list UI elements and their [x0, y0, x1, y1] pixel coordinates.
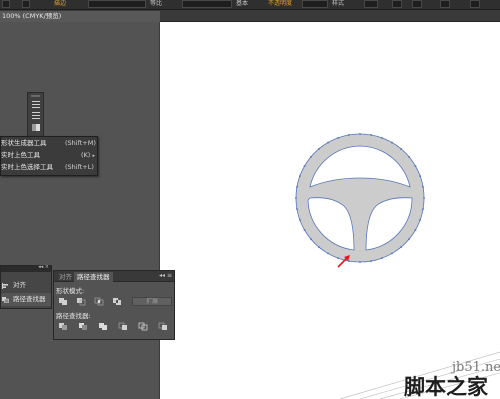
- anchor-point[interactable]: [400, 246, 402, 248]
- anchor-point[interactable]: [391, 141, 393, 144]
- anchor-point[interactable]: [310, 156, 312, 158]
- fill-swatch[interactable]: [2, 0, 10, 8]
- style-swatch[interactable]: [364, 0, 378, 8]
- tool-flyout-menu: 形状生成器工具 (Shift+M) 实时上色工具 (K) 实时上色选择工具 (S…: [0, 136, 98, 176]
- stroke-swatch[interactable]: [22, 0, 30, 8]
- trim-icon[interactable]: [78, 322, 88, 331]
- preferences-button[interactable]: [412, 0, 422, 8]
- steering-wheel-artwork[interactable]: [292, 130, 428, 266]
- anchor-point[interactable]: [327, 252, 329, 255]
- style-label[interactable]: 样式: [332, 0, 344, 7]
- merge-icon[interactable]: [98, 322, 108, 331]
- profile-label[interactable]: 等比: [150, 0, 162, 7]
- exclude-icon[interactable]: [112, 297, 122, 306]
- minus-front-icon[interactable]: [76, 297, 86, 306]
- anchor-point[interactable]: [419, 175, 421, 177]
- document-tab-bar: 100% (CMYK/预览): [0, 10, 500, 22]
- pathfinder-icon: [2, 297, 9, 303]
- anchor-point[interactable]: [359, 261, 361, 263]
- stroke-weight-field[interactable]: [88, 0, 146, 8]
- anchor-point[interactable]: [422, 186, 424, 188]
- anchor-point[interactable]: [359, 133, 361, 135]
- panel-item-label: 路径查找器: [13, 295, 46, 303]
- anchor-point[interactable]: [381, 257, 383, 259]
- live-paint-selection-icon[interactable]: [31, 123, 41, 132]
- anchor-point[interactable]: [296, 208, 298, 210]
- unite-icon[interactable]: [58, 297, 68, 306]
- flyout-item-live-paint-selection[interactable]: 实时上色选择工具 (Shift+L): [1, 161, 97, 173]
- align-button[interactable]: [440, 0, 450, 8]
- anchor-point[interactable]: [303, 165, 306, 167]
- anchor-point[interactable]: [318, 246, 320, 248]
- anchor-point[interactable]: [391, 252, 393, 255]
- document-tab[interactable]: 100% (CMYK/预览): [0, 11, 160, 22]
- flyout-arrow-icon[interactable]: ▸: [92, 153, 95, 159]
- panel-item-pathfinder[interactable]: 路径查找器: [1, 293, 51, 306]
- panel-item-label: 对齐: [13, 281, 26, 289]
- anchor-point[interactable]: [327, 141, 329, 144]
- opacity-label[interactable]: 不透明度: [268, 0, 292, 7]
- anchor-point[interactable]: [381, 137, 383, 139]
- live-paint-icon[interactable]: [31, 111, 41, 120]
- anchor-point[interactable]: [299, 219, 301, 221]
- anchor-point[interactable]: [419, 219, 421, 221]
- tool-strip: [27, 92, 44, 138]
- stroke-label[interactable]: 描边: [54, 0, 66, 7]
- anchor-point[interactable]: [422, 208, 424, 210]
- pathfinders-label: 路径查找器:: [56, 312, 91, 320]
- flyout-item-shortcut: (K): [81, 151, 91, 159]
- intersect-icon[interactable]: [94, 297, 104, 306]
- anchor-point[interactable]: [348, 134, 350, 136]
- opacity-field[interactable]: [302, 0, 328, 8]
- flyout-item-label: 形状生成器工具: [1, 139, 47, 147]
- shape-modes-label: 形状模式:: [56, 287, 85, 295]
- watermark-text: 脚本之家: [404, 375, 488, 399]
- tab-align[interactable]: 对齐: [56, 272, 75, 282]
- pasteboard: [0, 22, 160, 399]
- anchor-point[interactable]: [295, 197, 297, 199]
- anchor-point[interactable]: [318, 148, 320, 150]
- crop-icon[interactable]: [118, 322, 128, 331]
- anchor-point[interactable]: [337, 137, 339, 139]
- align-icon: [2, 283, 8, 289]
- outline-icon[interactable]: [138, 322, 148, 331]
- tool-strip-grip[interactable]: [31, 95, 40, 97]
- shape-builder-icon[interactable]: [31, 100, 41, 109]
- flyout-item-label: 实时上色工具: [1, 151, 40, 159]
- divide-icon[interactable]: [58, 322, 68, 331]
- anchor-point[interactable]: [408, 238, 410, 240]
- panel-menu-icon[interactable]: ◂◂ ≡: [159, 271, 172, 281]
- anchor-point[interactable]: [408, 156, 410, 158]
- anchor-point[interactable]: [414, 165, 417, 167]
- expand-button[interactable]: 扩展: [132, 297, 172, 306]
- panel-item-align[interactable]: 对齐: [1, 279, 51, 292]
- anchor-point[interactable]: [370, 134, 372, 136]
- pathfinder-panel: 对齐 路径查找器 ◂◂ ≡ 形状模式: 扩展 路径查找器:: [53, 270, 175, 340]
- tab-pathfinder[interactable]: 路径查找器: [74, 272, 113, 282]
- anchor-point[interactable]: [370, 260, 372, 262]
- anchor-point[interactable]: [299, 175, 301, 177]
- anchor-point[interactable]: [414, 229, 417, 231]
- anchor-point[interactable]: [423, 197, 425, 199]
- flyout-item-shortcut: (Shift+L): [65, 163, 94, 171]
- red-arrow-icon: [337, 255, 350, 268]
- anchor-point[interactable]: [303, 229, 306, 231]
- minus-back-icon[interactable]: [158, 322, 168, 331]
- anchor-point[interactable]: [296, 186, 298, 188]
- flyout-item-shape-builder[interactable]: 形状生成器工具 (Shift+M): [1, 137, 97, 149]
- collapse-icon[interactable]: ◂◂ ×: [38, 264, 49, 270]
- doc-setup-button[interactable]: [392, 0, 402, 8]
- anchor-point[interactable]: [400, 148, 402, 150]
- anchor-point[interactable]: [310, 238, 312, 240]
- left-panel-header[interactable]: ◂◂ ×: [1, 264, 51, 272]
- brush-field[interactable]: [182, 0, 232, 8]
- flyout-item-shortcut: (Shift+M): [65, 139, 96, 147]
- brush-label[interactable]: 基本: [236, 0, 248, 7]
- pathfinder-panel-header[interactable]: 对齐 路径查找器 ◂◂ ≡: [54, 271, 174, 282]
- flyout-item-live-paint[interactable]: 实时上色工具 (K): [1, 149, 97, 161]
- transform-button[interactable]: [470, 0, 480, 8]
- flyout-item-label: 实时上色选择工具: [1, 163, 53, 171]
- left-panel-dock: ◂◂ × 对齐 路径查找器: [0, 264, 52, 309]
- control-bar: 描边 等比 基本 不透明度 样式: [0, 0, 500, 10]
